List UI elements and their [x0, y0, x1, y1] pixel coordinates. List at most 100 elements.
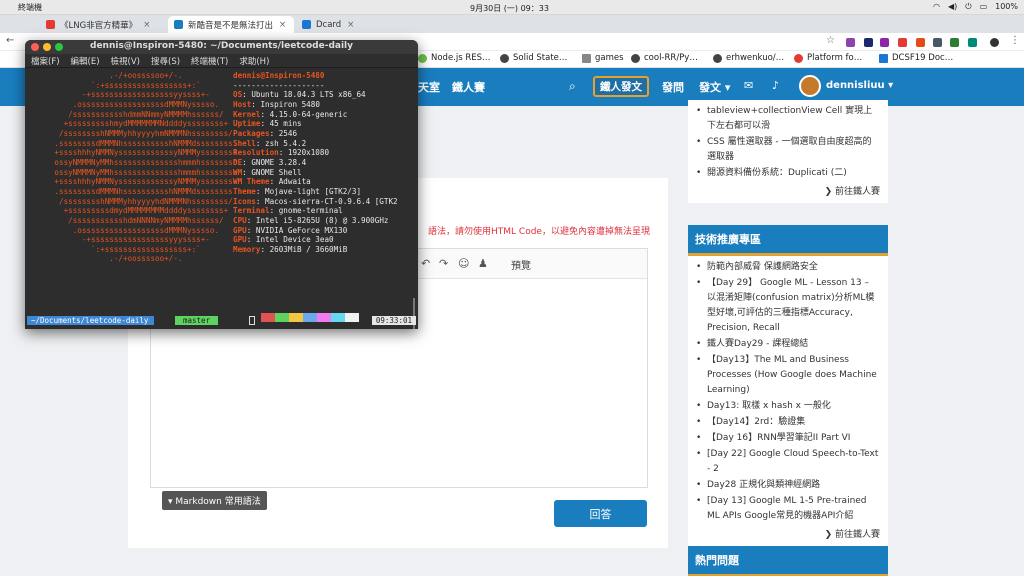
list-item[interactable]: Day13: 取樣 x hash x 一般化	[696, 399, 880, 414]
tab-lng[interactable]: 《LNG非官方精華》 ×	[40, 16, 166, 33]
bookmark-item[interactable]: games	[582, 53, 624, 63]
bookmark-star-icon[interactable]: ☆	[826, 35, 835, 46]
bell-icon[interactable]: ♪	[772, 79, 779, 92]
list-item[interactable]: 【Day14】2rd：驗證集	[696, 415, 880, 430]
nav-chatroom[interactable]: 天室	[418, 79, 440, 95]
prompt-time: 09:33:01	[371, 316, 416, 325]
menu-file[interactable]: 檔案(F)	[31, 55, 60, 67]
info-key: Icons	[233, 196, 256, 206]
list-item[interactable]: 【Day 16】RNN學習筆記II Part VI	[696, 431, 880, 446]
info-value: Adwaita	[278, 177, 311, 187]
info-key: Theme	[233, 186, 256, 196]
undo-icon[interactable]: ↶	[421, 257, 430, 270]
nav-ironman[interactable]: 鐵人賽	[452, 79, 485, 95]
info-key: Memory	[233, 244, 261, 254]
list-item[interactable]: CSS 屬性選取器 - 一個選取自由度超高的選取器	[696, 135, 880, 165]
back-icon[interactable]: ←	[6, 35, 14, 46]
list-item[interactable]: 防範內部威脅 保護網路安全	[696, 260, 880, 275]
menu-terminal[interactable]: 終端機(T)	[191, 55, 228, 67]
terminal-titlebar[interactable]: dennis@Inspiron-5480: ~/Documents/leetco…	[25, 40, 418, 54]
list-item[interactable]: 【Day13】The ML and Business Processes (Ho…	[696, 353, 880, 398]
menu-search[interactable]: 搜尋(S)	[151, 55, 180, 67]
extension-icon[interactable]	[933, 38, 942, 47]
info-value: GNOME 3.28.4	[251, 157, 307, 167]
tab-title: Dcard	[316, 19, 342, 30]
user-host: dennis@Inspiron-5480	[233, 71, 325, 80]
extension-icon[interactable]	[950, 38, 959, 47]
sidebar-hot-box: 熱門問題	[688, 546, 888, 576]
profile-icon[interactable]	[990, 38, 999, 47]
tech-title: 技術推廣專區	[688, 225, 888, 256]
info-value: NVIDIA GeForce MX130	[255, 225, 348, 235]
tab-dcard[interactable]: Dcard ×	[296, 16, 422, 33]
bookmark-item[interactable]: erhwenkuo/…	[713, 53, 784, 63]
ironman-post-button[interactable]: 鐵人發文	[593, 76, 649, 97]
info-value: 4.15.0-64-generic	[269, 109, 348, 119]
info-key: Uptime	[233, 119, 261, 129]
list-item[interactable]: Day28 正規化與類神經網路	[696, 478, 880, 493]
extension-icon[interactable]	[916, 38, 925, 47]
extension-icon[interactable]	[846, 38, 855, 47]
neofetch-info: dennis@Inspiron-5480 -------------------…	[233, 71, 398, 254]
tab-ithome[interactable]: 新酷音是不是無法打出 ×	[168, 16, 294, 33]
nav-post[interactable]: 發文 ▾	[699, 79, 730, 95]
info-key: Shell	[233, 138, 256, 148]
list-item[interactable]: tableview+collectionView Cell 實現上下左右都可以滑	[696, 104, 880, 134]
redo-icon[interactable]: ↷	[439, 257, 448, 270]
list-item[interactable]: 鐵人賽Day29 - 課程總結	[696, 337, 880, 352]
more-link[interactable]: ❯ 前往鐵人賽	[688, 525, 888, 546]
app-name[interactable]: 終端機	[18, 2, 42, 13]
menu-help[interactable]: 求助(H)	[239, 55, 269, 67]
bookmark-item[interactable]: DCSF19 Doc…	[879, 53, 953, 63]
prompt-git-branch: master	[175, 316, 219, 325]
tab-title: 《LNG非官方精華》	[60, 20, 138, 31]
chat-icon[interactable]: ✉	[744, 79, 753, 92]
user-icon[interactable]: ♟	[478, 257, 488, 270]
battery-percent: 100%	[995, 2, 1018, 11]
clock[interactable]: 9月30日 (一) 09：33	[470, 3, 549, 14]
info-value: Ubuntu 18.04.3 LTS x86_64	[251, 90, 366, 100]
info-value: 2603MiB / 3660MiB	[269, 244, 348, 254]
extension-icon[interactable]	[898, 38, 907, 47]
menu-icon[interactable]: ⋮	[1010, 35, 1020, 46]
username[interactable]: dennisliuu ▾	[826, 80, 893, 91]
list-item[interactable]: 【Day 29】 Google ML - Lesson 13 – 以混淆矩陣(c…	[696, 276, 880, 336]
nav-ask[interactable]: 發問	[662, 79, 684, 95]
bookmark-item[interactable]: cool-RR/Py…	[631, 53, 698, 63]
html-notice: 語法，請勿使用HTML Code，以避免內容遭掉無法呈現	[428, 227, 650, 237]
extension-icon[interactable]	[864, 38, 873, 47]
close-icon[interactable]: ×	[143, 20, 150, 30]
markdown-help-button[interactable]: ▾ Markdown 常用語法	[162, 491, 267, 510]
wifi-icon[interactable]: ◠	[933, 2, 940, 12]
prompt-directory: ~/Documents/leetcode-daily	[27, 316, 155, 325]
menu-view[interactable]: 檢視(V)	[111, 55, 140, 67]
search-icon[interactable]: ⌕	[569, 79, 576, 94]
tab-preview[interactable]: 預覽	[511, 257, 531, 272]
terminal-output[interactable]: .-/+oossssoo+/-. `:+ssssssssssssssssss+:…	[25, 68, 418, 329]
info-value: Intel i5-8265U (8) @ 3.900GHz	[255, 215, 389, 225]
volume-icon[interactable]: ◀)	[948, 2, 957, 12]
info-key: Kernel	[233, 109, 261, 119]
list-item[interactable]: [Day 13] Google ML 1-5 Pre-trained ML AP…	[696, 494, 880, 524]
power-icon[interactable]: ⏻	[965, 2, 971, 12]
extension-icon[interactable]	[880, 38, 889, 47]
extension-icon[interactable]	[968, 38, 977, 47]
list-item[interactable]: 開源資料備份系統：Duplicati (二)	[696, 166, 880, 181]
terminal-window[interactable]: dennis@Inspiron-5480: ~/Documents/leetco…	[25, 40, 418, 329]
ubuntu-ascii-logo: .-/+oossssoo+/-. `:+ssssssssssssssssss+:…	[54, 71, 238, 264]
ithome-icon	[174, 20, 183, 29]
info-key: GPU	[233, 235, 247, 245]
close-icon[interactable]: ×	[347, 20, 354, 30]
bookmark-item[interactable]: Solid State…	[500, 53, 567, 63]
menu-edit[interactable]: 編輯(E)	[71, 55, 100, 67]
more-link[interactable]: ❯ 前往鐵人賽	[688, 182, 888, 203]
list-item[interactable]: [Day 22] Google Cloud Speech-to-Text - 2	[696, 447, 880, 477]
submit-answer-button[interactable]: 回答	[554, 500, 647, 527]
bookmark-item[interactable]: Node.js RES…	[418, 53, 491, 63]
sidebar-ironman-box: tableview+collectionView Cell 實現上下左右都可以滑…	[688, 100, 888, 203]
bookmark-item[interactable]: Platform fo…	[794, 53, 862, 63]
close-icon[interactable]: ×	[279, 20, 286, 30]
avatar[interactable]	[799, 75, 821, 97]
battery-icon[interactable]: ▭	[980, 2, 988, 12]
emoji-icon[interactable]: ☺	[458, 257, 469, 270]
